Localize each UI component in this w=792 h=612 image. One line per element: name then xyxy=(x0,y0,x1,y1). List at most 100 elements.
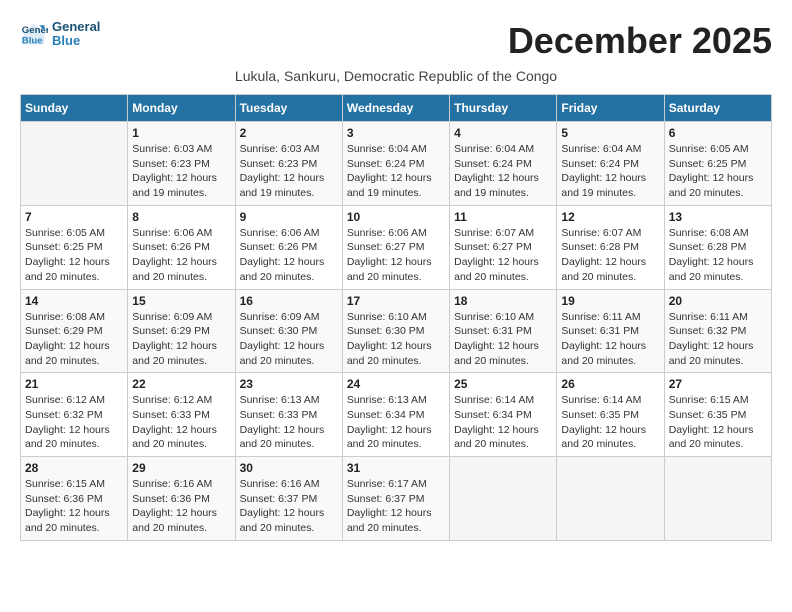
week-row-2: 7 Sunrise: 6:05 AM Sunset: 6:25 PM Daylig… xyxy=(21,205,772,289)
day-number: 26 xyxy=(561,377,659,391)
day-number: 20 xyxy=(669,294,767,308)
day-number: 6 xyxy=(669,126,767,140)
column-header-thursday: Thursday xyxy=(450,95,557,122)
calendar-cell: 16 Sunrise: 6:09 AM Sunset: 6:30 PM Dayli… xyxy=(235,289,342,373)
column-header-sunday: Sunday xyxy=(21,95,128,122)
week-row-5: 28 Sunrise: 6:15 AM Sunset: 6:36 PM Dayli… xyxy=(21,457,772,541)
calendar-cell: 29 Sunrise: 6:16 AM Sunset: 6:36 PM Dayli… xyxy=(128,457,235,541)
day-number: 7 xyxy=(25,210,123,224)
month-title: December 2025 xyxy=(508,20,772,62)
day-number: 21 xyxy=(25,377,123,391)
day-number: 12 xyxy=(561,210,659,224)
calendar-cell: 1 Sunrise: 6:03 AM Sunset: 6:23 PM Daylig… xyxy=(128,122,235,206)
day-number: 31 xyxy=(347,461,445,475)
day-info: Sunrise: 6:08 AM Sunset: 6:28 PM Dayligh… xyxy=(669,226,767,285)
day-info: Sunrise: 6:15 AM Sunset: 6:35 PM Dayligh… xyxy=(669,393,767,452)
day-number: 5 xyxy=(561,126,659,140)
day-info: Sunrise: 6:09 AM Sunset: 6:30 PM Dayligh… xyxy=(240,310,338,369)
day-number: 17 xyxy=(347,294,445,308)
column-header-tuesday: Tuesday xyxy=(235,95,342,122)
day-info: Sunrise: 6:11 AM Sunset: 6:31 PM Dayligh… xyxy=(561,310,659,369)
calendar-cell xyxy=(21,122,128,206)
calendar-cell: 30Sunrise: 6:16 AM Sunset: 6:37 PM Dayli… xyxy=(235,457,342,541)
day-number: 24 xyxy=(347,377,445,391)
day-info: Sunrise: 6:16 AM Sunset: 6:36 PM Dayligh… xyxy=(132,477,230,536)
calendar-cell: 26 Sunrise: 6:14 AM Sunset: 6:35 PM Dayli… xyxy=(557,373,664,457)
calendar-cell: 2 Sunrise: 6:03 AM Sunset: 6:23 PM Daylig… xyxy=(235,122,342,206)
calendar-cell: 14 Sunrise: 6:08 AM Sunset: 6:29 PM Dayli… xyxy=(21,289,128,373)
calendar-cell xyxy=(450,457,557,541)
day-number: 11 xyxy=(454,210,552,224)
day-number: 28 xyxy=(25,461,123,475)
day-number: 22 xyxy=(132,377,230,391)
day-info: Sunrise: 6:13 AM Sunset: 6:33 PM Dayligh… xyxy=(240,393,338,452)
calendar-cell: 9Sunrise: 6:06 AM Sunset: 6:26 PM Daylig… xyxy=(235,205,342,289)
day-info: Sunrise: 6:06 AM Sunset: 6:26 PM Dayligh… xyxy=(240,226,338,285)
day-number: 19 xyxy=(561,294,659,308)
day-number: 8 xyxy=(132,210,230,224)
day-info: Sunrise: 6:04 AM Sunset: 6:24 PM Dayligh… xyxy=(347,142,445,201)
header-row: SundayMondayTuesdayWednesdayThursdayFrid… xyxy=(21,95,772,122)
calendar-cell: 20 Sunrise: 6:11 AM Sunset: 6:32 PM Dayli… xyxy=(664,289,771,373)
calendar-cell: 8 Sunrise: 6:06 AM Sunset: 6:26 PM Daylig… xyxy=(128,205,235,289)
calendar-cell: 18 Sunrise: 6:10 AM Sunset: 6:31 PM Dayli… xyxy=(450,289,557,373)
day-info: Sunrise: 6:16 AM Sunset: 6:37 PM Dayligh… xyxy=(240,477,338,536)
title-section: December 2025 xyxy=(508,20,772,62)
calendar-cell: 13 Sunrise: 6:08 AM Sunset: 6:28 PM Dayli… xyxy=(664,205,771,289)
calendar-cell: 5Sunrise: 6:04 AM Sunset: 6:24 PM Daylig… xyxy=(557,122,664,206)
week-row-3: 14 Sunrise: 6:08 AM Sunset: 6:29 PM Dayli… xyxy=(21,289,772,373)
calendar-cell: 23 Sunrise: 6:13 AM Sunset: 6:33 PM Dayli… xyxy=(235,373,342,457)
column-header-wednesday: Wednesday xyxy=(342,95,449,122)
day-number: 1 xyxy=(132,126,230,140)
day-info: Sunrise: 6:07 AM Sunset: 6:27 PM Dayligh… xyxy=(454,226,552,285)
calendar-cell: 4 Sunrise: 6:04 AM Sunset: 6:24 PM Daylig… xyxy=(450,122,557,206)
day-number: 18 xyxy=(454,294,552,308)
week-row-4: 21 Sunrise: 6:12 AM Sunset: 6:32 PM Dayli… xyxy=(21,373,772,457)
day-number: 14 xyxy=(25,294,123,308)
calendar-cell: 25 Sunrise: 6:14 AM Sunset: 6:34 PM Dayli… xyxy=(450,373,557,457)
day-info: Sunrise: 6:14 AM Sunset: 6:34 PM Dayligh… xyxy=(454,393,552,452)
day-number: 29 xyxy=(132,461,230,475)
day-info: Sunrise: 6:03 AM Sunset: 6:23 PM Dayligh… xyxy=(240,142,338,201)
calendar-table: SundayMondayTuesdayWednesdayThursdayFrid… xyxy=(20,94,772,541)
day-number: 15 xyxy=(132,294,230,308)
calendar-cell: 6Sunrise: 6:05 AM Sunset: 6:25 PM Daylig… xyxy=(664,122,771,206)
logo-blue: Blue xyxy=(52,34,100,48)
calendar-cell: 19 Sunrise: 6:11 AM Sunset: 6:31 PM Dayli… xyxy=(557,289,664,373)
day-info: Sunrise: 6:15 AM Sunset: 6:36 PM Dayligh… xyxy=(25,477,123,536)
top-bar: General Blue General Blue December 2025 xyxy=(20,20,772,66)
day-number: 13 xyxy=(669,210,767,224)
day-number: 23 xyxy=(240,377,338,391)
day-info: Sunrise: 6:05 AM Sunset: 6:25 PM Dayligh… xyxy=(25,226,123,285)
day-info: Sunrise: 6:06 AM Sunset: 6:26 PM Dayligh… xyxy=(132,226,230,285)
logo-icon: General Blue xyxy=(20,20,48,48)
calendar-cell: 17 Sunrise: 6:10 AM Sunset: 6:30 PM Dayli… xyxy=(342,289,449,373)
day-info: Sunrise: 6:03 AM Sunset: 6:23 PM Dayligh… xyxy=(132,142,230,201)
day-info: Sunrise: 6:12 AM Sunset: 6:33 PM Dayligh… xyxy=(132,393,230,452)
day-info: Sunrise: 6:10 AM Sunset: 6:30 PM Dayligh… xyxy=(347,310,445,369)
calendar-cell: 24Sunrise: 6:13 AM Sunset: 6:34 PM Dayli… xyxy=(342,373,449,457)
day-info: Sunrise: 6:07 AM Sunset: 6:28 PM Dayligh… xyxy=(561,226,659,285)
day-info: Sunrise: 6:08 AM Sunset: 6:29 PM Dayligh… xyxy=(25,310,123,369)
column-header-saturday: Saturday xyxy=(664,95,771,122)
calendar-cell xyxy=(557,457,664,541)
day-info: Sunrise: 6:04 AM Sunset: 6:24 PM Dayligh… xyxy=(454,142,552,201)
day-info: Sunrise: 6:14 AM Sunset: 6:35 PM Dayligh… xyxy=(561,393,659,452)
day-number: 2 xyxy=(240,126,338,140)
day-number: 16 xyxy=(240,294,338,308)
calendar-cell: 3Sunrise: 6:04 AM Sunset: 6:24 PM Daylig… xyxy=(342,122,449,206)
day-info: Sunrise: 6:17 AM Sunset: 6:37 PM Dayligh… xyxy=(347,477,445,536)
calendar-cell: 15Sunrise: 6:09 AM Sunset: 6:29 PM Dayli… xyxy=(128,289,235,373)
day-info: Sunrise: 6:10 AM Sunset: 6:31 PM Dayligh… xyxy=(454,310,552,369)
day-number: 25 xyxy=(454,377,552,391)
day-info: Sunrise: 6:06 AM Sunset: 6:27 PM Dayligh… xyxy=(347,226,445,285)
column-header-monday: Monday xyxy=(128,95,235,122)
calendar-cell: 22 Sunrise: 6:12 AM Sunset: 6:33 PM Dayli… xyxy=(128,373,235,457)
day-number: 4 xyxy=(454,126,552,140)
calendar-cell: 11 Sunrise: 6:07 AM Sunset: 6:27 PM Dayli… xyxy=(450,205,557,289)
day-info: Sunrise: 6:11 AM Sunset: 6:32 PM Dayligh… xyxy=(669,310,767,369)
week-row-1: 1 Sunrise: 6:03 AM Sunset: 6:23 PM Daylig… xyxy=(21,122,772,206)
calendar-cell: 31 Sunrise: 6:17 AM Sunset: 6:37 PM Dayli… xyxy=(342,457,449,541)
day-info: Sunrise: 6:12 AM Sunset: 6:32 PM Dayligh… xyxy=(25,393,123,452)
calendar-cell: 21 Sunrise: 6:12 AM Sunset: 6:32 PM Dayli… xyxy=(21,373,128,457)
